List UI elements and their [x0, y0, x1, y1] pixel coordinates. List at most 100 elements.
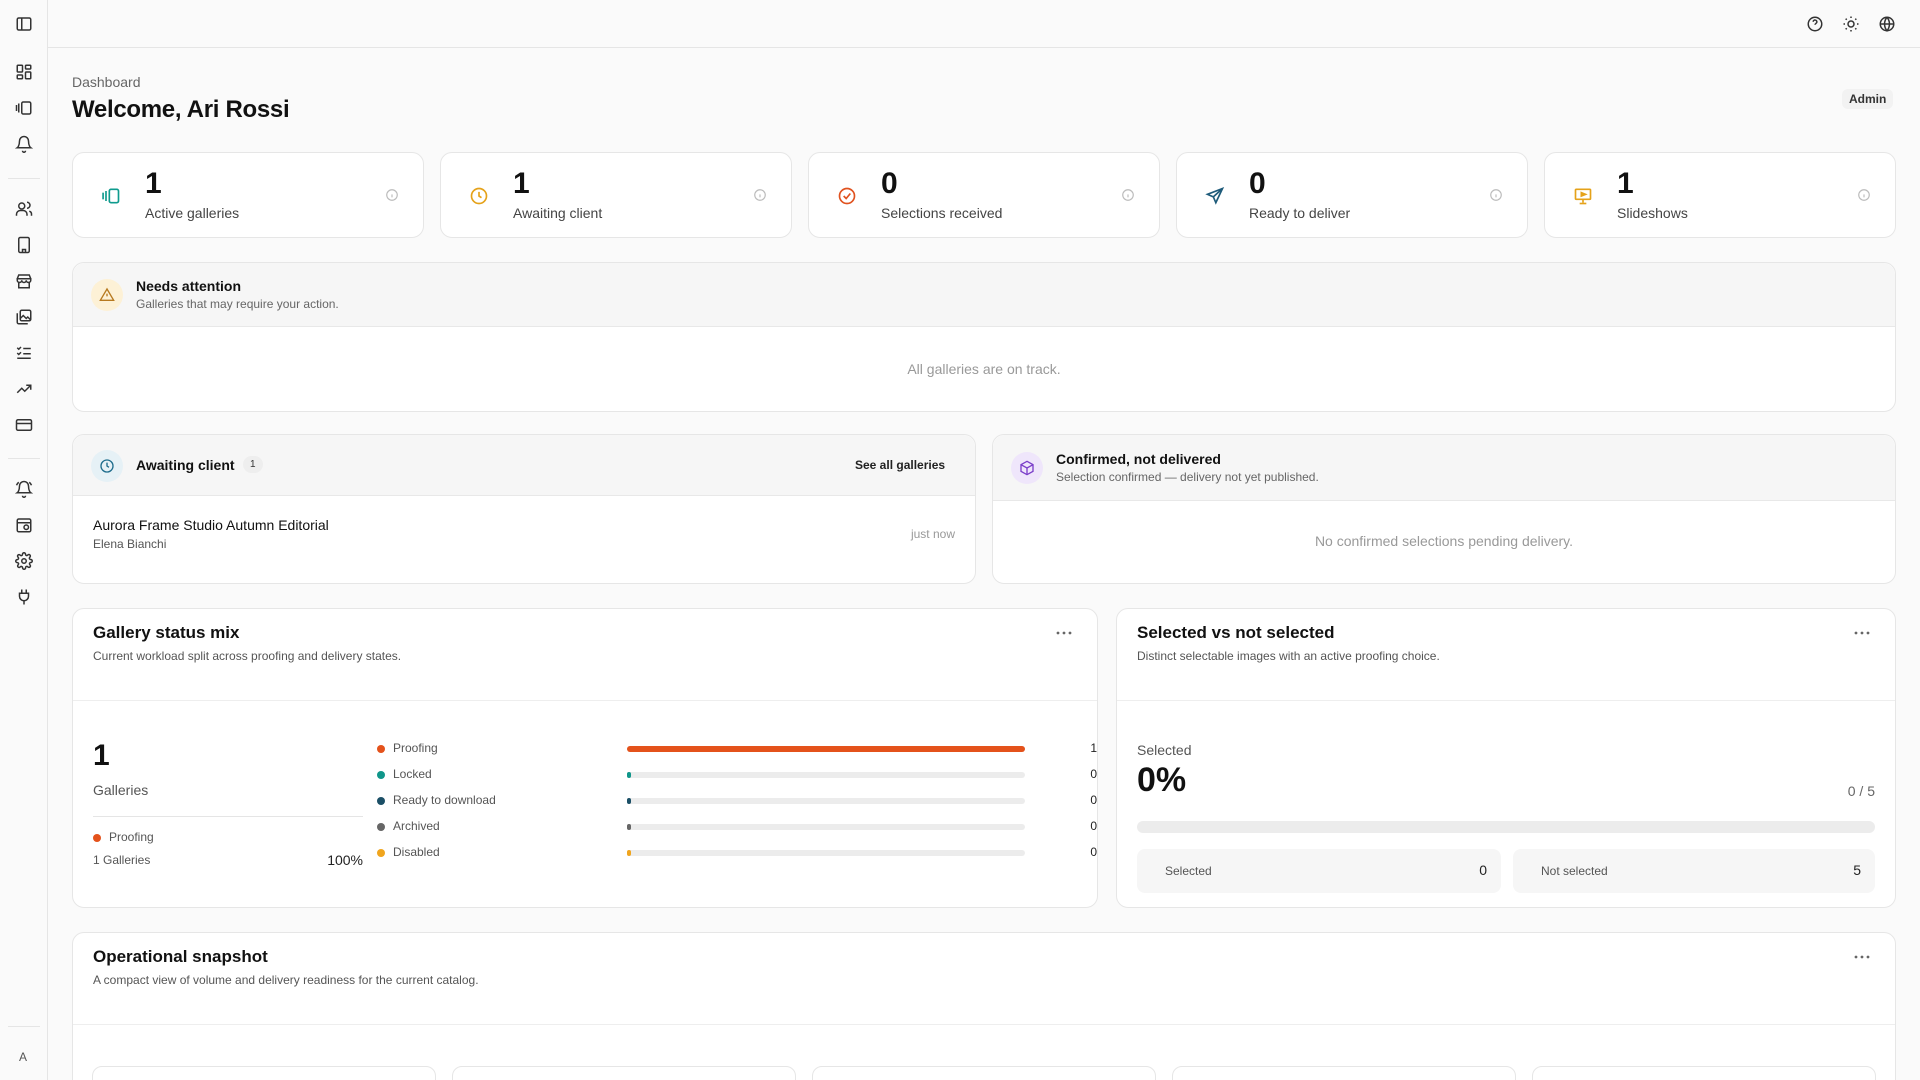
sidebar-toggle-icon[interactable] [15, 15, 33, 33]
notifications-icon[interactable] [15, 135, 33, 153]
section-subtitle: Galleries that may require your action. [136, 297, 339, 311]
stat-card-slideshows[interactable]: 1 Slideshows [1544, 152, 1896, 238]
send-icon [1205, 186, 1225, 206]
snapshot-card [92, 1066, 436, 1080]
status-label: Disabled [393, 845, 440, 859]
panel-title: Selected vs not selected [1137, 623, 1335, 642]
top-bar [48, 0, 1920, 48]
presentation-icon [1573, 186, 1593, 206]
status-bar-track [627, 824, 1025, 830]
selected-count-box: Selected 0 [1137, 849, 1501, 893]
section-header: Needs attention Galleries that may requi… [73, 263, 1895, 327]
panel-subtitle: Distinct selectable images with an activ… [1137, 649, 1440, 663]
sidebar: A [0, 0, 48, 1080]
page-title: Welcome, Ari Rossi [72, 96, 290, 123]
stat-label: Active galleries [145, 205, 240, 221]
status-bar-fill [627, 746, 1025, 752]
more-options-icon[interactable] [1055, 629, 1073, 637]
status-count: 0 [1090, 819, 1097, 833]
stat-card-selections-received[interactable]: 0 Selections received [808, 152, 1160, 238]
client-name: Elena Bianchi [93, 537, 167, 551]
snapshot-card [1172, 1066, 1516, 1080]
role-badge: Admin [1842, 89, 1894, 109]
help-icon[interactable] [1806, 15, 1824, 33]
snapshot-card [1532, 1066, 1876, 1080]
stat-card-ready-to-deliver[interactable]: 0 Ready to deliver [1176, 152, 1528, 238]
snapshot-card [812, 1066, 1156, 1080]
stat-label: Awaiting client [513, 205, 603, 221]
panel-title: Gallery status mix [93, 623, 240, 642]
status-bar-fill [627, 798, 631, 804]
selected-count-value: 0 [1479, 862, 1487, 878]
more-options-icon[interactable] [1853, 953, 1871, 961]
status-row: Disabled 0 [377, 845, 1097, 861]
total-galleries: 1 [93, 739, 110, 772]
info-icon[interactable] [753, 188, 767, 202]
selected-count-label: Selected [1165, 864, 1212, 878]
store-icon[interactable] [15, 272, 33, 290]
not-selected-count-value: 5 [1853, 862, 1861, 878]
breadcrumb[interactable]: Dashboard [72, 74, 141, 90]
sidebar-separator [8, 1026, 40, 1027]
stat-label: Slideshows [1617, 205, 1688, 221]
status-label: Proofing [393, 741, 438, 755]
theme-toggle-icon[interactable] [1842, 15, 1860, 33]
stat-label: Ready to deliver [1249, 205, 1351, 221]
settings-icon[interactable] [15, 552, 33, 570]
gallery-icon [101, 186, 121, 206]
language-icon[interactable] [1878, 15, 1896, 33]
calendar-settings-icon[interactable] [15, 516, 33, 534]
info-icon[interactable] [1489, 188, 1503, 202]
count-badge: 1 [243, 456, 263, 473]
stat-value: 0 [1249, 167, 1266, 200]
package-icon [1011, 452, 1043, 484]
selection-progress-track [1137, 821, 1875, 833]
tasks-icon[interactable] [15, 344, 33, 362]
analytics-icon[interactable] [15, 380, 33, 398]
clock-icon [469, 186, 489, 206]
info-icon[interactable] [385, 188, 399, 202]
plug-icon[interactable] [15, 588, 33, 606]
alerts-icon[interactable] [15, 480, 33, 498]
info-icon[interactable] [1121, 188, 1135, 202]
clients-icon[interactable] [15, 200, 33, 218]
not-selected-count-label: Not selected [1541, 864, 1608, 878]
billing-icon[interactable] [15, 416, 33, 434]
selected-ratio: 0 / 5 [1847, 783, 1875, 799]
gallery-name: Aurora Frame Studio Autumn Editorial [93, 517, 329, 533]
section-title: Awaiting client [136, 457, 235, 473]
info-icon[interactable] [1857, 188, 1871, 202]
galleries-icon[interactable] [15, 99, 33, 117]
divider [73, 700, 1097, 701]
sidebar-separator [8, 458, 40, 459]
more-options-icon[interactable] [1853, 629, 1871, 637]
top-status-label: Proofing [109, 830, 154, 844]
avatar[interactable]: A [10, 1044, 36, 1070]
divider [93, 816, 363, 817]
total-label: Galleries [93, 782, 149, 798]
status-row: Proofing 1 [377, 741, 1097, 757]
list-item[interactable]: Aurora Frame Studio Autumn Editorial Ele… [73, 497, 975, 565]
stat-value: 1 [145, 167, 162, 200]
legend-dot [377, 771, 385, 779]
section-title: Confirmed, not delivered [1056, 451, 1221, 467]
panel-title: Operational snapshot [93, 947, 268, 966]
status-bar-fill [627, 850, 631, 856]
gallery-status-mix-panel: Gallery status mix Current workload spli… [72, 608, 1098, 908]
divider [1117, 700, 1895, 701]
status-count: 0 [1090, 793, 1097, 807]
selected-vs-not-panel: Selected vs not selected Distinct select… [1116, 608, 1896, 908]
see-all-galleries-button[interactable]: See all galleries [855, 458, 945, 472]
section-title: Needs attention [136, 278, 242, 294]
stat-card-active-galleries[interactable]: 1 Active galleries [72, 152, 424, 238]
status-row: Locked 0 [377, 767, 1097, 783]
studios-icon[interactable] [15, 236, 33, 254]
status-bar-track [627, 772, 1025, 778]
dashboard-icon[interactable] [15, 63, 33, 81]
stat-label: Selections received [881, 205, 1003, 221]
warning-icon [91, 279, 123, 311]
images-icon[interactable] [15, 308, 33, 326]
legend-dot [93, 834, 101, 842]
stat-card-awaiting-client[interactable]: 1 Awaiting client [440, 152, 792, 238]
empty-state: No confirmed selections pending delivery… [1314, 533, 1574, 549]
